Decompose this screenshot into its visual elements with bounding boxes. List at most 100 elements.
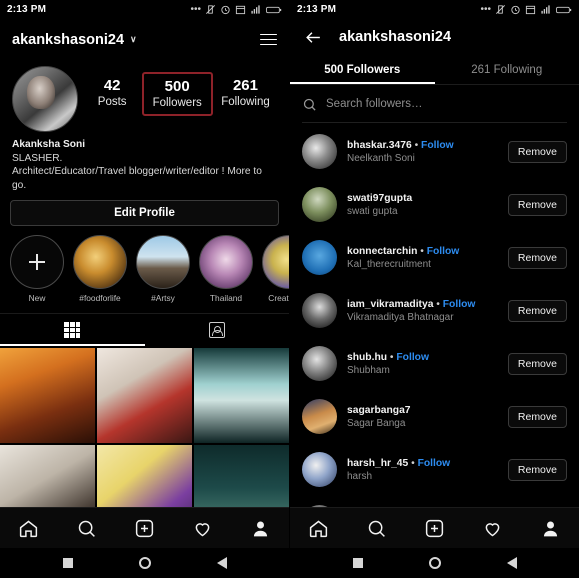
add-post-icon[interactable] xyxy=(424,518,445,539)
follower-info: iam_vikramaditya • Follow Vikramaditya B… xyxy=(347,299,498,323)
followers-label: Followers xyxy=(152,97,202,109)
grid-icon xyxy=(64,322,81,338)
avatar[interactable] xyxy=(302,187,337,222)
remove-button[interactable]: Remove xyxy=(507,405,567,428)
follower-username[interactable]: bhaskar.3476 xyxy=(347,140,412,151)
stat-followers[interactable]: 500 Followers xyxy=(141,72,213,116)
avatar[interactable] xyxy=(302,399,337,434)
profile-icon[interactable] xyxy=(540,518,561,539)
follower-username[interactable]: shub.hu xyxy=(347,352,387,363)
signal-icon xyxy=(541,5,550,14)
follower-fullname: swati gupta xyxy=(347,205,398,217)
profile-username-dropdown[interactable]: akankshasoni24 ∨ xyxy=(12,32,137,48)
follower-fullname: Sagar Banga xyxy=(347,417,406,429)
follower-row-1[interactable]: bhaskar.3476 • Follow Neelkanth Soni Rem… xyxy=(290,125,579,178)
follower-username[interactable]: sagarbanga7 xyxy=(347,405,411,416)
follower-row-6[interactable]: sagarbanga7 Sagar Banga Remove xyxy=(290,390,579,443)
highlight-creative[interactable]: Creative W xyxy=(262,235,289,303)
tab-following[interactable]: 261 Following xyxy=(435,55,579,84)
avatar[interactable] xyxy=(302,293,337,328)
followers-header: akankshasoni24 xyxy=(290,19,579,55)
remove-button[interactable]: Remove xyxy=(507,458,567,481)
hamburger-menu-icon[interactable] xyxy=(260,33,277,46)
follower-row-5[interactable]: shub.hu • Follow Shubham Remove xyxy=(290,337,579,390)
highlight-label: New xyxy=(28,293,46,303)
home-circle-icon[interactable] xyxy=(428,557,441,569)
home-icon[interactable] xyxy=(308,518,329,539)
follower-row-3[interactable]: konnectarchin • Follow Kal_therecruitmen… xyxy=(290,231,579,284)
follower-username-line: shub.hu • Follow xyxy=(347,351,429,363)
remove-button[interactable]: Remove xyxy=(507,352,567,375)
follower-username[interactable]: swati97gupta xyxy=(347,193,412,204)
search-followers-input[interactable]: Search followers… xyxy=(302,93,567,115)
follower-row-4[interactable]: iam_vikramaditya • Follow Vikramaditya B… xyxy=(290,284,579,337)
post-thumbnail-1[interactable] xyxy=(0,348,95,443)
back-triangle-icon[interactable] xyxy=(506,557,517,569)
follow-link[interactable]: Follow xyxy=(396,352,429,363)
follow-link[interactable]: Follow xyxy=(427,246,460,257)
tab-grid[interactable] xyxy=(0,314,145,346)
follower-username-line: harsh_hr_45 • Follow xyxy=(347,457,451,469)
stat-following[interactable]: 261 Following xyxy=(215,72,276,114)
search-icon[interactable] xyxy=(76,518,97,539)
follow-link[interactable]: Follow xyxy=(421,140,454,151)
activity-heart-icon[interactable] xyxy=(482,518,503,539)
home-icon[interactable] xyxy=(18,518,39,539)
follower-username[interactable]: iam_vikramaditya xyxy=(347,299,433,310)
follower-row-8-partial[interactable] xyxy=(290,496,579,507)
post-thumbnail-3[interactable] xyxy=(194,348,289,443)
highlight-thumbnail xyxy=(262,235,289,289)
edit-profile-button[interactable]: Edit Profile xyxy=(10,200,279,226)
status-time: 2:13 PM xyxy=(7,4,47,15)
follower-info: harsh_hr_45 • Follow harsh xyxy=(347,458,498,482)
avatar[interactable] xyxy=(302,240,337,275)
post-thumbnail-2[interactable] xyxy=(97,348,192,443)
highlight-new[interactable]: New xyxy=(10,235,64,303)
posts-label: Posts xyxy=(97,96,127,108)
tab-followers[interactable]: 500 Followers xyxy=(290,55,435,84)
follower-fullname: Kal_therecruitment xyxy=(347,258,431,270)
follower-username-line: swati97gupta xyxy=(347,193,498,204)
highlight-thailand[interactable]: Thailand xyxy=(199,235,253,303)
following-label: Following xyxy=(221,96,270,108)
recents-square-icon[interactable] xyxy=(62,558,73,568)
remove-button[interactable]: Remove xyxy=(507,193,567,216)
add-post-icon[interactable] xyxy=(134,518,155,539)
back-triangle-icon[interactable] xyxy=(216,557,227,569)
add-highlight-icon[interactable] xyxy=(10,235,64,289)
android-nav-right xyxy=(290,548,579,578)
avatar[interactable] xyxy=(302,134,337,169)
remove-button[interactable]: Remove xyxy=(507,299,567,322)
highlight-foodforlife[interactable]: #foodforlife xyxy=(73,235,127,303)
follow-link[interactable]: Follow xyxy=(443,299,476,310)
alarm-icon xyxy=(511,5,520,15)
follower-row-7[interactable]: harsh_hr_45 • Follow harsh Remove xyxy=(290,443,579,496)
remove-button[interactable]: Remove xyxy=(507,140,567,163)
follower-username[interactable]: konnectarchin xyxy=(347,246,417,257)
back-arrow-icon[interactable] xyxy=(304,28,323,47)
followers-list[interactable]: bhaskar.3476 • Follow Neelkanth Soni Rem… xyxy=(290,125,579,507)
follower-username-line: konnectarchin • Follow xyxy=(347,245,460,257)
profile-avatar[interactable] xyxy=(12,66,78,132)
chevron-down-icon: ∨ xyxy=(130,34,137,44)
highlight-label: Thailand xyxy=(209,293,243,303)
stat-posts[interactable]: 42 Posts xyxy=(85,72,139,114)
home-circle-icon[interactable] xyxy=(138,557,151,569)
calendar-icon xyxy=(235,5,246,15)
search-icon[interactable] xyxy=(366,518,387,539)
follower-username[interactable]: harsh_hr_45 xyxy=(347,458,408,469)
followers-screen: 2:13 PM ••• akankshasoni24 500 Followers… xyxy=(289,0,579,578)
remove-button[interactable]: Remove xyxy=(507,246,567,269)
posts-count: 42 xyxy=(103,77,121,94)
follow-link[interactable]: Follow xyxy=(418,458,451,469)
follower-row-2[interactable]: swati97gupta swati gupta Remove xyxy=(290,178,579,231)
status-bar-right: 2:13 PM ••• xyxy=(290,0,579,19)
tab-tagged[interactable] xyxy=(145,314,290,346)
profile-screen: 2:13 PM ••• akankshasoni24 ∨ 42 Posts 50… xyxy=(0,0,289,578)
profile-icon[interactable] xyxy=(250,518,271,539)
avatar[interactable] xyxy=(302,452,337,487)
activity-heart-icon[interactable] xyxy=(192,518,213,539)
recents-square-icon[interactable] xyxy=(352,558,363,568)
avatar[interactable] xyxy=(302,346,337,381)
highlight-artsy[interactable]: #Artsy xyxy=(136,235,190,303)
